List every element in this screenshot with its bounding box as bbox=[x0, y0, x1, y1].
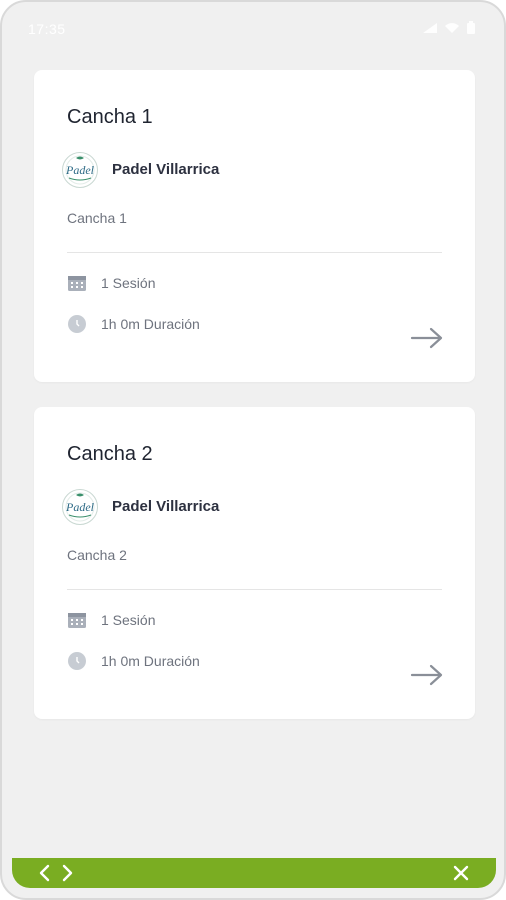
venue-logo: Padel bbox=[61, 488, 99, 526]
svg-text:Padel: Padel bbox=[65, 500, 95, 514]
close-icon[interactable] bbox=[452, 864, 470, 882]
status-icons bbox=[422, 21, 476, 35]
sessions-text: 1 Sesión bbox=[101, 275, 156, 291]
svg-text:Padel: Padel bbox=[65, 163, 95, 177]
court-card[interactable]: Cancha 1 Padel Padel Villarrica Cancha 1 bbox=[34, 70, 475, 382]
duration-row: 1h 0m Duración bbox=[67, 314, 200, 334]
court-title: Cancha 1 bbox=[67, 106, 153, 128]
divider bbox=[67, 252, 442, 253]
sessions-row: 1 Sesión bbox=[67, 611, 155, 629]
clock-icon bbox=[67, 314, 87, 334]
duration-row: 1h 0m Duración bbox=[67, 651, 200, 671]
clock-icon bbox=[67, 651, 87, 671]
sessions-row: 1 Sesión bbox=[67, 274, 155, 292]
status-bar: 17:35 bbox=[2, 2, 504, 60]
chevron-left-icon[interactable] bbox=[38, 864, 52, 882]
court-title: Cancha 2 bbox=[67, 443, 153, 465]
nav-arrows bbox=[38, 864, 74, 882]
battery-icon bbox=[466, 21, 476, 35]
court-subtitle: Cancha 1 bbox=[67, 210, 127, 226]
wifi-icon bbox=[444, 22, 460, 34]
chevron-right-icon[interactable] bbox=[60, 864, 74, 882]
divider bbox=[67, 589, 442, 590]
sessions-text: 1 Sesión bbox=[101, 612, 156, 628]
bottom-nav-bar bbox=[12, 858, 496, 888]
signal-icon bbox=[422, 22, 438, 34]
calendar-icon bbox=[67, 274, 87, 292]
status-time: 17:35 bbox=[28, 21, 66, 37]
venue-name: Padel Villarrica bbox=[112, 498, 220, 515]
calendar-icon bbox=[67, 611, 87, 629]
arrow-right-icon[interactable] bbox=[410, 663, 444, 687]
duration-text: 1h 0m Duración bbox=[101, 653, 200, 669]
court-card[interactable]: Cancha 2 Padel Padel Villarrica Cancha 2 bbox=[34, 407, 475, 719]
phone-frame: 17:35 Cancha 1 Padel Padel Villarrica Ca… bbox=[0, 0, 506, 900]
venue-name: Padel Villarrica bbox=[112, 161, 220, 178]
duration-text: 1h 0m Duración bbox=[101, 316, 200, 332]
venue-logo: Padel bbox=[61, 151, 99, 189]
court-subtitle: Cancha 2 bbox=[67, 547, 127, 563]
arrow-right-icon[interactable] bbox=[410, 326, 444, 350]
